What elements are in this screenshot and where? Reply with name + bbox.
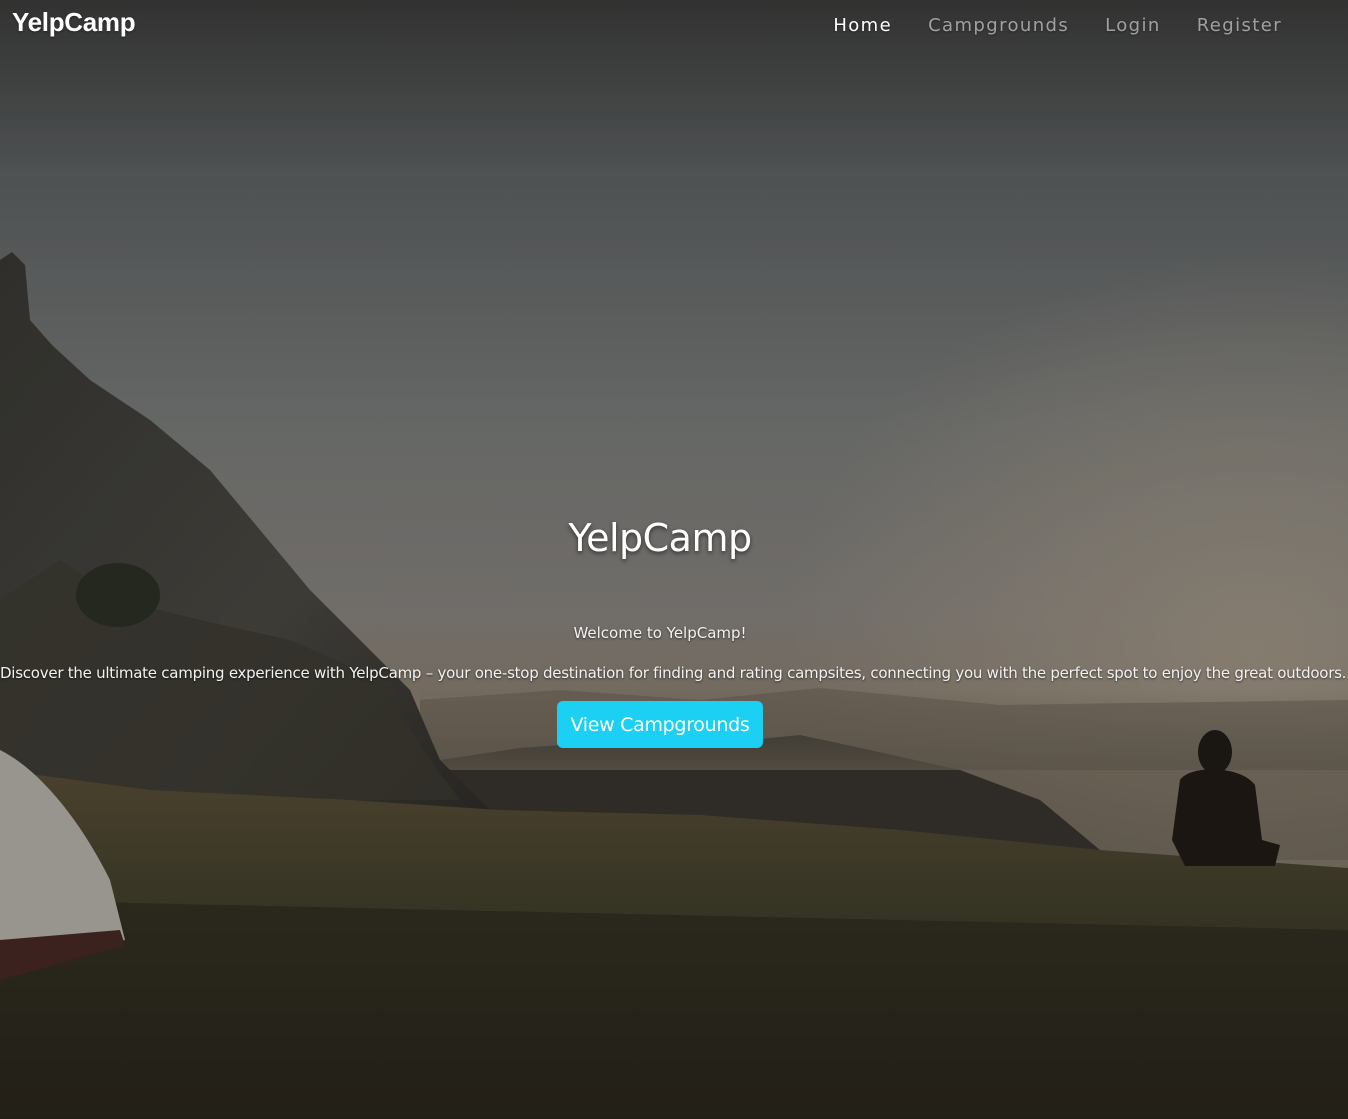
navbar: YelpCamp Home Campgrounds Login Register [0, 0, 1348, 56]
brand-logo-link[interactable]: YelpCamp [12, 7, 136, 38]
nav-link-login[interactable]: Login [1105, 15, 1161, 36]
landing-page: YelpCamp Home Campgrounds Login Register… [0, 0, 1348, 1119]
nav-link-home[interactable]: Home [833, 15, 892, 36]
nav-link-campgrounds[interactable]: Campgrounds [928, 15, 1069, 36]
hero-section: YelpCamp Welcome to YelpCamp! Discover t… [0, 0, 1348, 1119]
nav-links: Home Campgrounds Login Register [833, 15, 1282, 36]
view-campgrounds-button[interactable]: View Campgrounds [557, 701, 763, 748]
hero-title: YelpCamp [568, 516, 752, 560]
hero-description: Discover the ultimate camping experience… [0, 664, 1347, 682]
hero-welcome-text: Welcome to YelpCamp! [573, 624, 747, 642]
nav-link-register[interactable]: Register [1197, 15, 1282, 36]
